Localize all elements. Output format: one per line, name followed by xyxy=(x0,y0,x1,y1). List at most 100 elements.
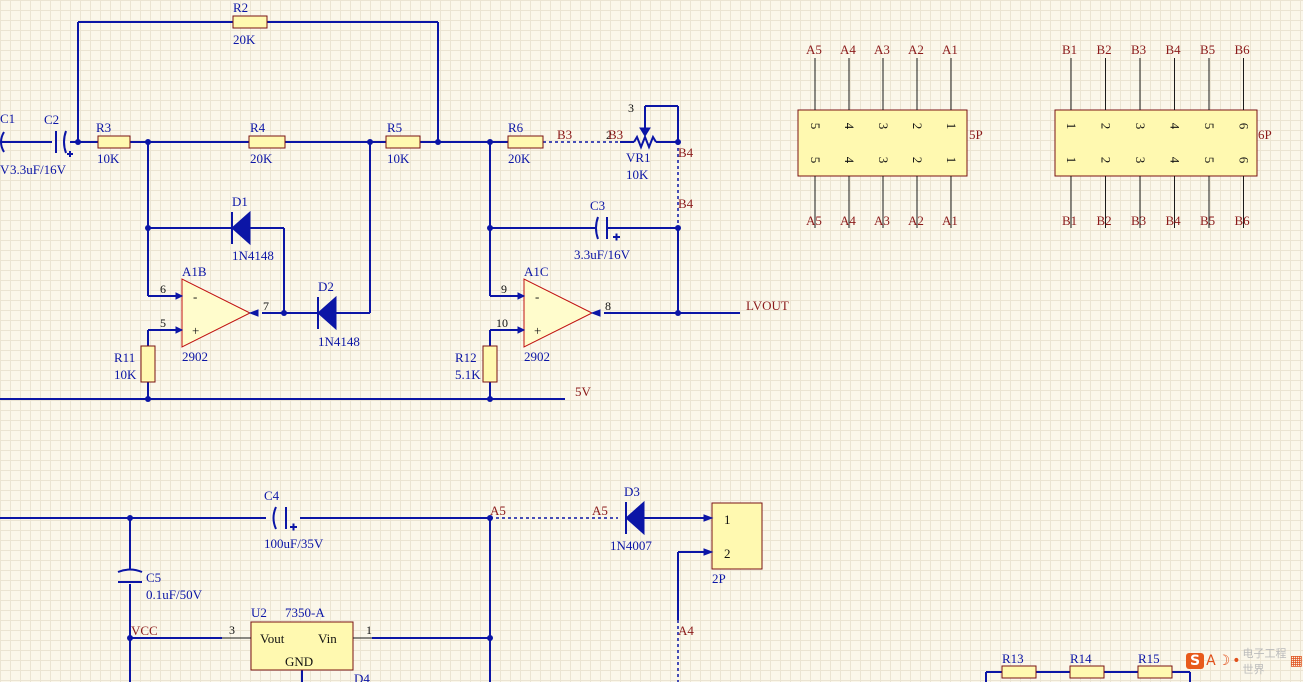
resistor-r13[interactable]: R13 xyxy=(1001,651,1037,679)
conn5p-label-bottom: A3 xyxy=(874,213,890,228)
conn6p-label-top: B6 xyxy=(1235,42,1251,57)
svg-text:D1: D1 xyxy=(232,194,248,209)
svg-text:10: 10 xyxy=(496,316,508,330)
svg-text:GND: GND xyxy=(285,654,313,669)
sogou-icon: S xyxy=(1186,653,1205,669)
conn5p-pin-number-top: 1 xyxy=(944,123,959,130)
svg-text:3.3uF/16V: 3.3uF/16V xyxy=(574,247,631,262)
net-label-a5: A5 xyxy=(490,503,506,518)
svg-text:A1B: A1B xyxy=(182,264,207,279)
svg-text:2P: 2P xyxy=(712,571,726,586)
net-label-lvout: LVOUT xyxy=(746,298,789,313)
conn6p-pin-number-bottom: 6 xyxy=(1237,157,1252,164)
svg-text:U2: U2 xyxy=(251,605,267,620)
svg-text:20K: 20K xyxy=(233,32,256,47)
svg-text:R6: R6 xyxy=(508,120,524,135)
svg-text:D3: D3 xyxy=(624,484,640,499)
conn5p-label-top: A5 xyxy=(806,42,822,57)
svg-text:-: - xyxy=(193,289,197,304)
net-label-b3: B3 xyxy=(557,127,572,142)
opamp-a1b[interactable]: - + 6 5 7 A1B 2902 xyxy=(160,264,269,364)
conn5p-pin-number-bottom: 5 xyxy=(808,157,823,164)
svg-text:1N4148: 1N4148 xyxy=(232,248,274,263)
conn6p-label-bottom: B5 xyxy=(1200,213,1215,228)
svg-text:A1C: A1C xyxy=(524,264,549,279)
conn5p-pin-number-top: 4 xyxy=(842,123,857,130)
resistor-r6[interactable]: R6 20K xyxy=(507,120,544,166)
net-label-5v: 5V xyxy=(575,384,592,399)
resistor-r11[interactable]: R11 10K xyxy=(114,345,156,383)
capacitor-c4[interactable]: C4 100uF/35V xyxy=(264,488,324,551)
conn6p-label-top: B4 xyxy=(1166,42,1182,57)
svg-text:1: 1 xyxy=(366,623,372,637)
svg-text:7350-A: 7350-A xyxy=(285,605,325,620)
regulator-u2[interactable]: Vout Vin GND 3 1 U2 7350-A xyxy=(222,605,372,671)
svg-text:Vin: Vin xyxy=(318,631,337,646)
svg-text:9: 9 xyxy=(501,282,507,296)
connector-5p[interactable]: 5P 5 5 A5 A5 4 4 A4 A4 3 3 A3 A3 2 2 A2 A2 1 1 A1 A1 xyxy=(797,42,983,228)
conn5p-label-bottom: A4 xyxy=(840,213,856,228)
svg-text:D4: D4 xyxy=(354,671,370,682)
svg-text:8: 8 xyxy=(605,299,611,313)
svg-text:D2: D2 xyxy=(318,279,334,294)
svg-text:C1: C1 xyxy=(0,111,15,126)
resistor-r12[interactable]: R12 5.1K xyxy=(455,345,498,383)
conn5p-pin-number-bottom: 1 xyxy=(944,157,959,164)
svg-text:3: 3 xyxy=(628,101,634,115)
conn6p-label-bottom: B2 xyxy=(1097,213,1112,228)
conn5p-pin-number-top: 5 xyxy=(808,123,823,130)
resistor-r2[interactable]: R2 20K xyxy=(232,0,268,47)
watermark-logo: S A ☽ • 电子工程世界 ▦ xyxy=(1186,647,1303,676)
svg-text:R15: R15 xyxy=(1138,651,1160,666)
conn6p-pin-number-bottom: 3 xyxy=(1133,157,1148,164)
svg-text:5: 5 xyxy=(160,316,166,330)
resistor-r3[interactable]: R3 10K xyxy=(96,120,131,166)
conn6p-label-top: B1 xyxy=(1062,42,1077,57)
conn6p-pin-number-top: 6 xyxy=(1237,123,1252,130)
svg-text:C4: C4 xyxy=(264,488,280,503)
conn5p-label-bottom: A1 xyxy=(942,213,958,228)
net-labels: B3 B3 B4 B4 LVOUT 5V A5 A5 A4 VCC xyxy=(131,127,789,638)
svg-text:R3: R3 xyxy=(96,120,111,135)
svg-text:2: 2 xyxy=(724,546,731,561)
svg-text:Vout: Vout xyxy=(260,631,285,646)
conn6p-pin-number-bottom: 4 xyxy=(1168,157,1183,164)
svg-text:C3: C3 xyxy=(590,198,605,213)
conn6p-label-top: B3 xyxy=(1131,42,1146,57)
capacitor-c3[interactable]: C3 3.3uF/16V xyxy=(574,198,631,262)
input-mode-label: A xyxy=(1206,653,1216,669)
svg-text:R2: R2 xyxy=(233,0,248,15)
opamp-a1c[interactable]: - + 9 10 8 A1C 2902 xyxy=(496,264,611,364)
svg-text:-: - xyxy=(535,289,539,304)
svg-text:C2: C2 xyxy=(44,112,59,127)
net-label-a4: A4 xyxy=(678,623,694,638)
svg-text:1: 1 xyxy=(724,512,731,527)
resistor-r14[interactable]: R14 xyxy=(1069,651,1105,679)
svg-text:20K: 20K xyxy=(250,151,273,166)
conn6p-pin-number-bottom: 5 xyxy=(1202,157,1217,164)
connector-6p[interactable]: 6P 1 1 B1 B1 2 2 B2 B2 3 3 B3 B3 4 4 B4 B4 5 5 B5 B5 6 6 B6 B6 xyxy=(1054,42,1272,228)
schematic-canvas: R2 20K R3 10K R4 20K R5 10K R6 20K R11 1… xyxy=(0,0,1272,682)
svg-text:100uF/35V: 100uF/35V xyxy=(264,536,324,551)
resistor-r4[interactable]: R4 20K xyxy=(248,120,286,166)
svg-text:5.1K: 5.1K xyxy=(455,367,481,382)
conn6p-label-top: B5 xyxy=(1200,42,1215,57)
capacitor-c2[interactable]: C2 3.3uF/16V xyxy=(10,112,73,177)
moon-icon: ☽ xyxy=(1217,653,1231,669)
resistor-r5[interactable]: R5 10K xyxy=(385,120,421,166)
conn6p-pin-number-bottom: 1 xyxy=(1064,157,1079,164)
svg-text:10K: 10K xyxy=(387,151,410,166)
svg-text:R5: R5 xyxy=(387,120,402,135)
watermark-text: 电子工程世界 xyxy=(1242,647,1287,676)
svg-text:3: 3 xyxy=(229,623,235,637)
svg-text:2902: 2902 xyxy=(182,349,208,364)
conn5p-label-bottom: A5 xyxy=(806,213,822,228)
svg-text:10K: 10K xyxy=(97,151,120,166)
conn6p-pin-number-top: 2 xyxy=(1099,123,1114,130)
svg-text:VR1: VR1 xyxy=(626,150,651,165)
conn5p-label-top: A1 xyxy=(942,42,958,57)
net-label-b3-vr: B3 xyxy=(608,127,623,142)
connector-2p[interactable]: 1 2 2P xyxy=(703,502,763,586)
net-label-vcc: VCC xyxy=(131,623,158,638)
resistor-r15[interactable]: R15 xyxy=(1137,651,1173,679)
